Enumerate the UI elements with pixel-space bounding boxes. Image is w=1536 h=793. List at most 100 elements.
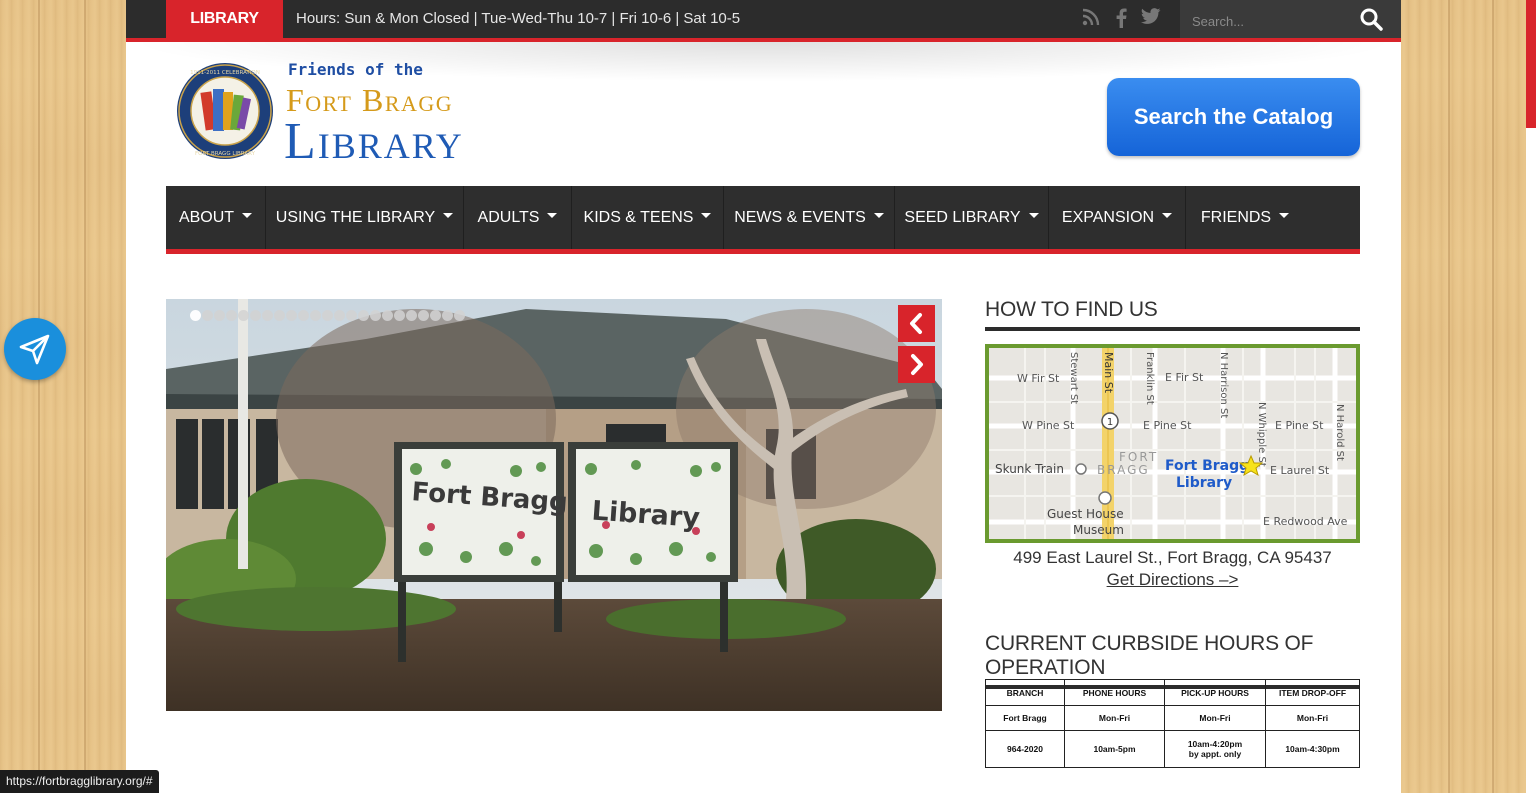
table-cell: Mon-Fri	[1164, 705, 1266, 731]
map-label: Main St	[1102, 352, 1115, 394]
route-shield-label: 1	[1107, 417, 1113, 428]
share-button[interactable]	[4, 318, 66, 380]
nav-item-label: NEWS & EVENTS	[734, 209, 866, 226]
search-catalog-button[interactable]: Search the Catalog	[1107, 78, 1360, 156]
chevron-down-icon	[547, 213, 558, 219]
map-label: N Whipple St	[1256, 402, 1267, 467]
chevron-down-icon	[242, 213, 253, 219]
map-label: Guest House	[1047, 507, 1124, 521]
slider-dot[interactable]	[214, 310, 225, 321]
seal-ring-top-text: 1911-2011 CELEBRATION	[190, 70, 260, 76]
nav-item-expansion[interactable]: EXPANSION	[1049, 186, 1186, 249]
table-header-cell: PHONE HOURS	[1064, 679, 1165, 706]
main-nav: ABOUT USING THE LIBRARY ADULTS KIDS & TE…	[166, 186, 1360, 254]
twitter-icon[interactable]	[1140, 8, 1162, 30]
slider-dot[interactable]	[334, 310, 345, 321]
slider-dot[interactable]	[190, 310, 201, 321]
table-row: 964-2020 10am-5pm 10am-4:20pm by appt. on…	[985, 730, 1360, 768]
table-cell: Fort Bragg	[985, 705, 1065, 731]
wood-seam	[1492, 0, 1494, 793]
nav-item-adults[interactable]: ADULTS	[464, 186, 572, 249]
table-cell: Mon-Fri	[1064, 705, 1165, 731]
chevron-right-icon	[911, 354, 923, 375]
slider-dot[interactable]	[226, 310, 237, 321]
table-cell: 964-2020	[985, 730, 1065, 768]
nav-item-label: KIDS & TEENS	[583, 209, 694, 226]
slider-dot[interactable]	[382, 310, 393, 321]
slider-dot[interactable]	[442, 310, 453, 321]
chevron-down-icon	[701, 213, 712, 219]
curbside-hours-table: BRANCH PHONE HOURS PICK-UP HOURS ITEM DR…	[985, 679, 1360, 768]
nav-item-kids-teens[interactable]: KIDS & TEENS	[572, 186, 724, 249]
seal-ring-bottom-text: FORT BRAGG LIBRARY	[195, 151, 256, 157]
map-label: N Harrison St	[1218, 352, 1229, 418]
map-label: E Laurel St	[1270, 464, 1330, 477]
nav-item-about[interactable]: ABOUT	[166, 186, 266, 249]
map-label: Museum	[1073, 523, 1124, 537]
slider-dot[interactable]	[238, 310, 249, 321]
map-label: Skunk Train	[995, 462, 1064, 476]
facebook-icon[interactable]	[1110, 8, 1132, 30]
scrollbar-thumb[interactable]	[1526, 0, 1536, 128]
slider-dot[interactable]	[322, 310, 333, 321]
table-cell: Mon-Fri	[1265, 705, 1360, 731]
slider-dot[interactable]	[370, 310, 381, 321]
search-icon[interactable]	[1359, 7, 1383, 31]
photo-slider[interactable]: Fort Bragg Library	[166, 299, 942, 711]
hours-ticker[interactable]: Hours: Sun & Mon Closed | Tue-Wed-Thu 10…	[296, 0, 740, 38]
map-label: Stewart St	[1068, 352, 1079, 404]
slider-dot[interactable]	[454, 310, 465, 321]
library-seal-icon: 1911-2011 CELEBRATION FORT BRAGG LIBRARY	[177, 63, 273, 159]
slider-dot[interactable]	[430, 310, 441, 321]
slider-dot[interactable]	[274, 310, 285, 321]
slider-dot[interactable]	[418, 310, 429, 321]
wood-seam	[38, 0, 40, 793]
slider-dot[interactable]	[262, 310, 273, 321]
slider-dot[interactable]	[250, 310, 261, 321]
table-header-cell: PICK-UP HOURS	[1164, 679, 1266, 706]
table-header-row: BRANCH PHONE HOURS PICK-UP HOURS ITEM DR…	[985, 679, 1360, 706]
nav-item-label: ADULTS	[477, 209, 540, 226]
nav-item-seed-library[interactable]: SEED LIBRARY	[895, 186, 1049, 249]
library-photo: Fort Bragg Library	[166, 299, 942, 711]
site-logo[interactable]: 1911-2011 CELEBRATION FORT BRAGG LIBRARY…	[176, 60, 546, 170]
chevron-down-icon	[873, 213, 884, 219]
map-label: FORT	[1119, 450, 1158, 464]
find-us-heading: HOW TO FIND US	[985, 298, 1360, 331]
location-map[interactable]: 1 W Fir St E Fir St W Pine St E Pine St …	[985, 344, 1360, 543]
send-icon	[19, 334, 50, 365]
page-container: LIBRARY NEWS Hours: Sun & Mon Closed | T…	[126, 0, 1401, 793]
slider-dot[interactable]	[406, 310, 417, 321]
logo-line-library: Library	[284, 113, 464, 170]
slider-dot[interactable]	[394, 310, 405, 321]
search-input[interactable]	[1190, 9, 1344, 33]
nav-item-news-events[interactable]: NEWS & EVENTS	[724, 186, 895, 249]
nav-item-label: SEED LIBRARY	[904, 209, 1021, 226]
get-directions-link[interactable]: Get Directions –>	[985, 570, 1360, 590]
nav-item-label: USING THE LIBRARY	[275, 209, 436, 226]
library-news-badge[interactable]: LIBRARY NEWS	[166, 0, 283, 65]
table-header-cell: BRANCH	[985, 679, 1065, 706]
map-label: N Harold St	[1334, 404, 1345, 461]
map-label: Franklin St	[1144, 352, 1155, 405]
slider-dot[interactable]	[310, 310, 321, 321]
wood-seam	[1448, 0, 1450, 793]
slider-next-button[interactable]	[898, 346, 935, 383]
slider-dots	[190, 310, 465, 322]
map-label: E Fir St	[1165, 371, 1204, 384]
slider-dot[interactable]	[286, 310, 297, 321]
search-box	[1180, 0, 1401, 38]
slider-dot[interactable]	[346, 310, 357, 321]
slider-dot[interactable]	[202, 310, 213, 321]
nav-item-using-the-library[interactable]: USING THE LIBRARY	[266, 186, 464, 249]
top-bar: LIBRARY NEWS Hours: Sun & Mon Closed | T…	[126, 0, 1401, 65]
map-label: E Redwood Ave	[1263, 515, 1348, 528]
chevron-down-icon	[1028, 213, 1039, 219]
chevron-down-icon	[1279, 213, 1290, 219]
rss-icon[interactable]	[1080, 8, 1102, 30]
nav-item-friends[interactable]: FRIENDS	[1186, 186, 1304, 249]
wood-seam	[84, 0, 86, 793]
slider-prev-button[interactable]	[898, 305, 935, 342]
slider-dot[interactable]	[358, 310, 369, 321]
slider-dot[interactable]	[298, 310, 309, 321]
